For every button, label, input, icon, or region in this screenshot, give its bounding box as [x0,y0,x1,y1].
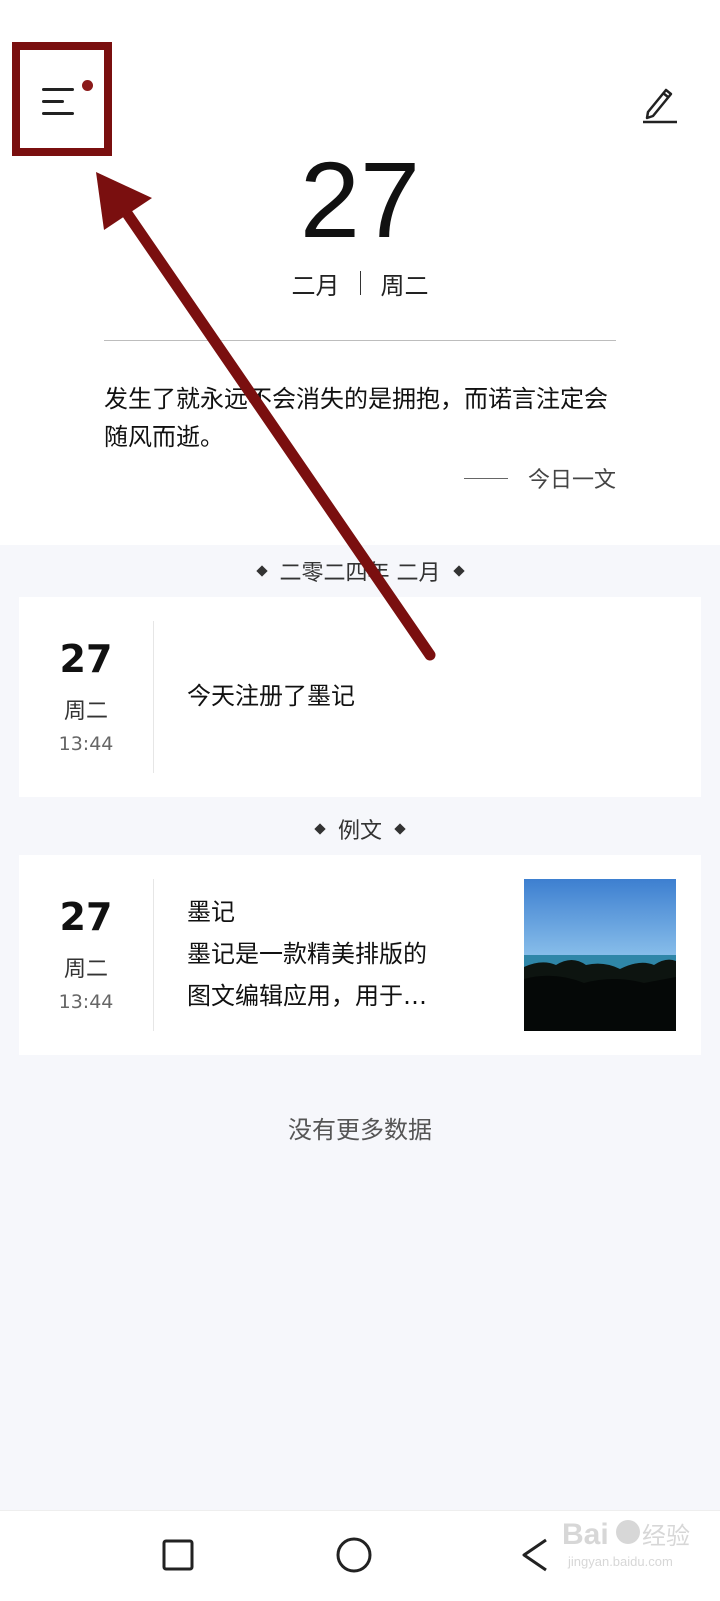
entry-day: 27 [59,895,113,939]
entry-card[interactable]: 27 周二 13:44 今天注册了墨记 [19,597,701,797]
entry-title: 墨记 [187,898,235,926]
notification-dot-icon [82,80,93,91]
no-more-data-label: 没有更多数据 [288,1116,432,1144]
entry-card[interactable]: 27 周二 13:44 墨记 墨记是一款精美排版的 图文编辑应用，用于… [19,855,701,1055]
entry-time: 13:44 [58,733,114,755]
entry-time: 13:44 [58,991,114,1013]
entry-day: 27 [59,637,113,681]
triangle-back-icon [522,1538,547,1572]
svg-text:jingyan.baidu.com: jingyan.baidu.com [567,1554,673,1569]
today-day-number: 27 [299,139,421,260]
diamond-icon [452,565,465,577]
svg-text:Bai: Bai [562,1518,609,1551]
section-header-sample: 例文 [0,813,720,845]
entry-divider [153,879,154,1031]
entry-list[interactable]: 二零二四年 二月 27 周二 13:44 今天注册了墨记 例文 27 周二 13… [0,545,720,1510]
quote-source-label: 今日一文 [527,468,616,493]
entry-text: 今天注册了墨记 [187,682,355,710]
journal-header: 27 二月 周二 发生了就永远不会消失的是拥抱，而诺言注定会随风而逝。 今日一文 [0,0,720,545]
baidu-logo: Bai 经验 jingyan.baidu.com [562,1518,690,1569]
today-month: 二月 [291,271,340,300]
entry-weekday: 周二 [63,699,108,724]
recent-apps-button[interactable] [154,1531,202,1579]
baidu-jingyan-watermark: Bai 经验 jingyan.baidu.com [560,1504,710,1574]
quote-source-dash [463,477,508,479]
back-button[interactable] [512,1531,560,1579]
svg-text:经验: 经验 [642,1522,690,1550]
diamond-icon [255,565,268,577]
circle-icon [336,1537,372,1573]
pencil-icon [643,88,677,124]
section-header-label: 二零二四年 二月 [279,561,441,586]
entry-weekday: 周二 [63,957,108,982]
landscape-photo [524,879,676,1031]
edit-button[interactable] [640,84,680,124]
diamond-icon [394,823,406,835]
entry-excerpt-line2: 图文编辑应用，用于… [187,982,427,1010]
section-header-month: 二零二四年 二月 [0,555,720,587]
today-weekday: 周二 [380,271,429,300]
header-divider [104,340,616,341]
home-button[interactable] [330,1531,378,1579]
entry-date: 27 周二 13:44 [19,597,153,797]
square-icon [162,1539,194,1571]
daily-quote: 发生了就永远不会消失的是拥抱，而诺言注定会随风而逝。 [104,385,608,451]
entry-excerpt-line1: 墨记是一款精美排版的 [187,940,427,968]
menu-button[interactable] [40,80,96,126]
quote-source: 今日一文 [463,462,616,494]
entry-thumbnail[interactable] [524,879,676,1031]
section-header-label: 例文 [337,819,382,844]
entry-divider [153,621,154,773]
diamond-icon [314,823,326,835]
today-month-weekday: 二月 周二 [0,268,720,300]
entry-date: 27 周二 13:44 [19,855,153,1055]
month-weekday-separator [359,271,361,295]
